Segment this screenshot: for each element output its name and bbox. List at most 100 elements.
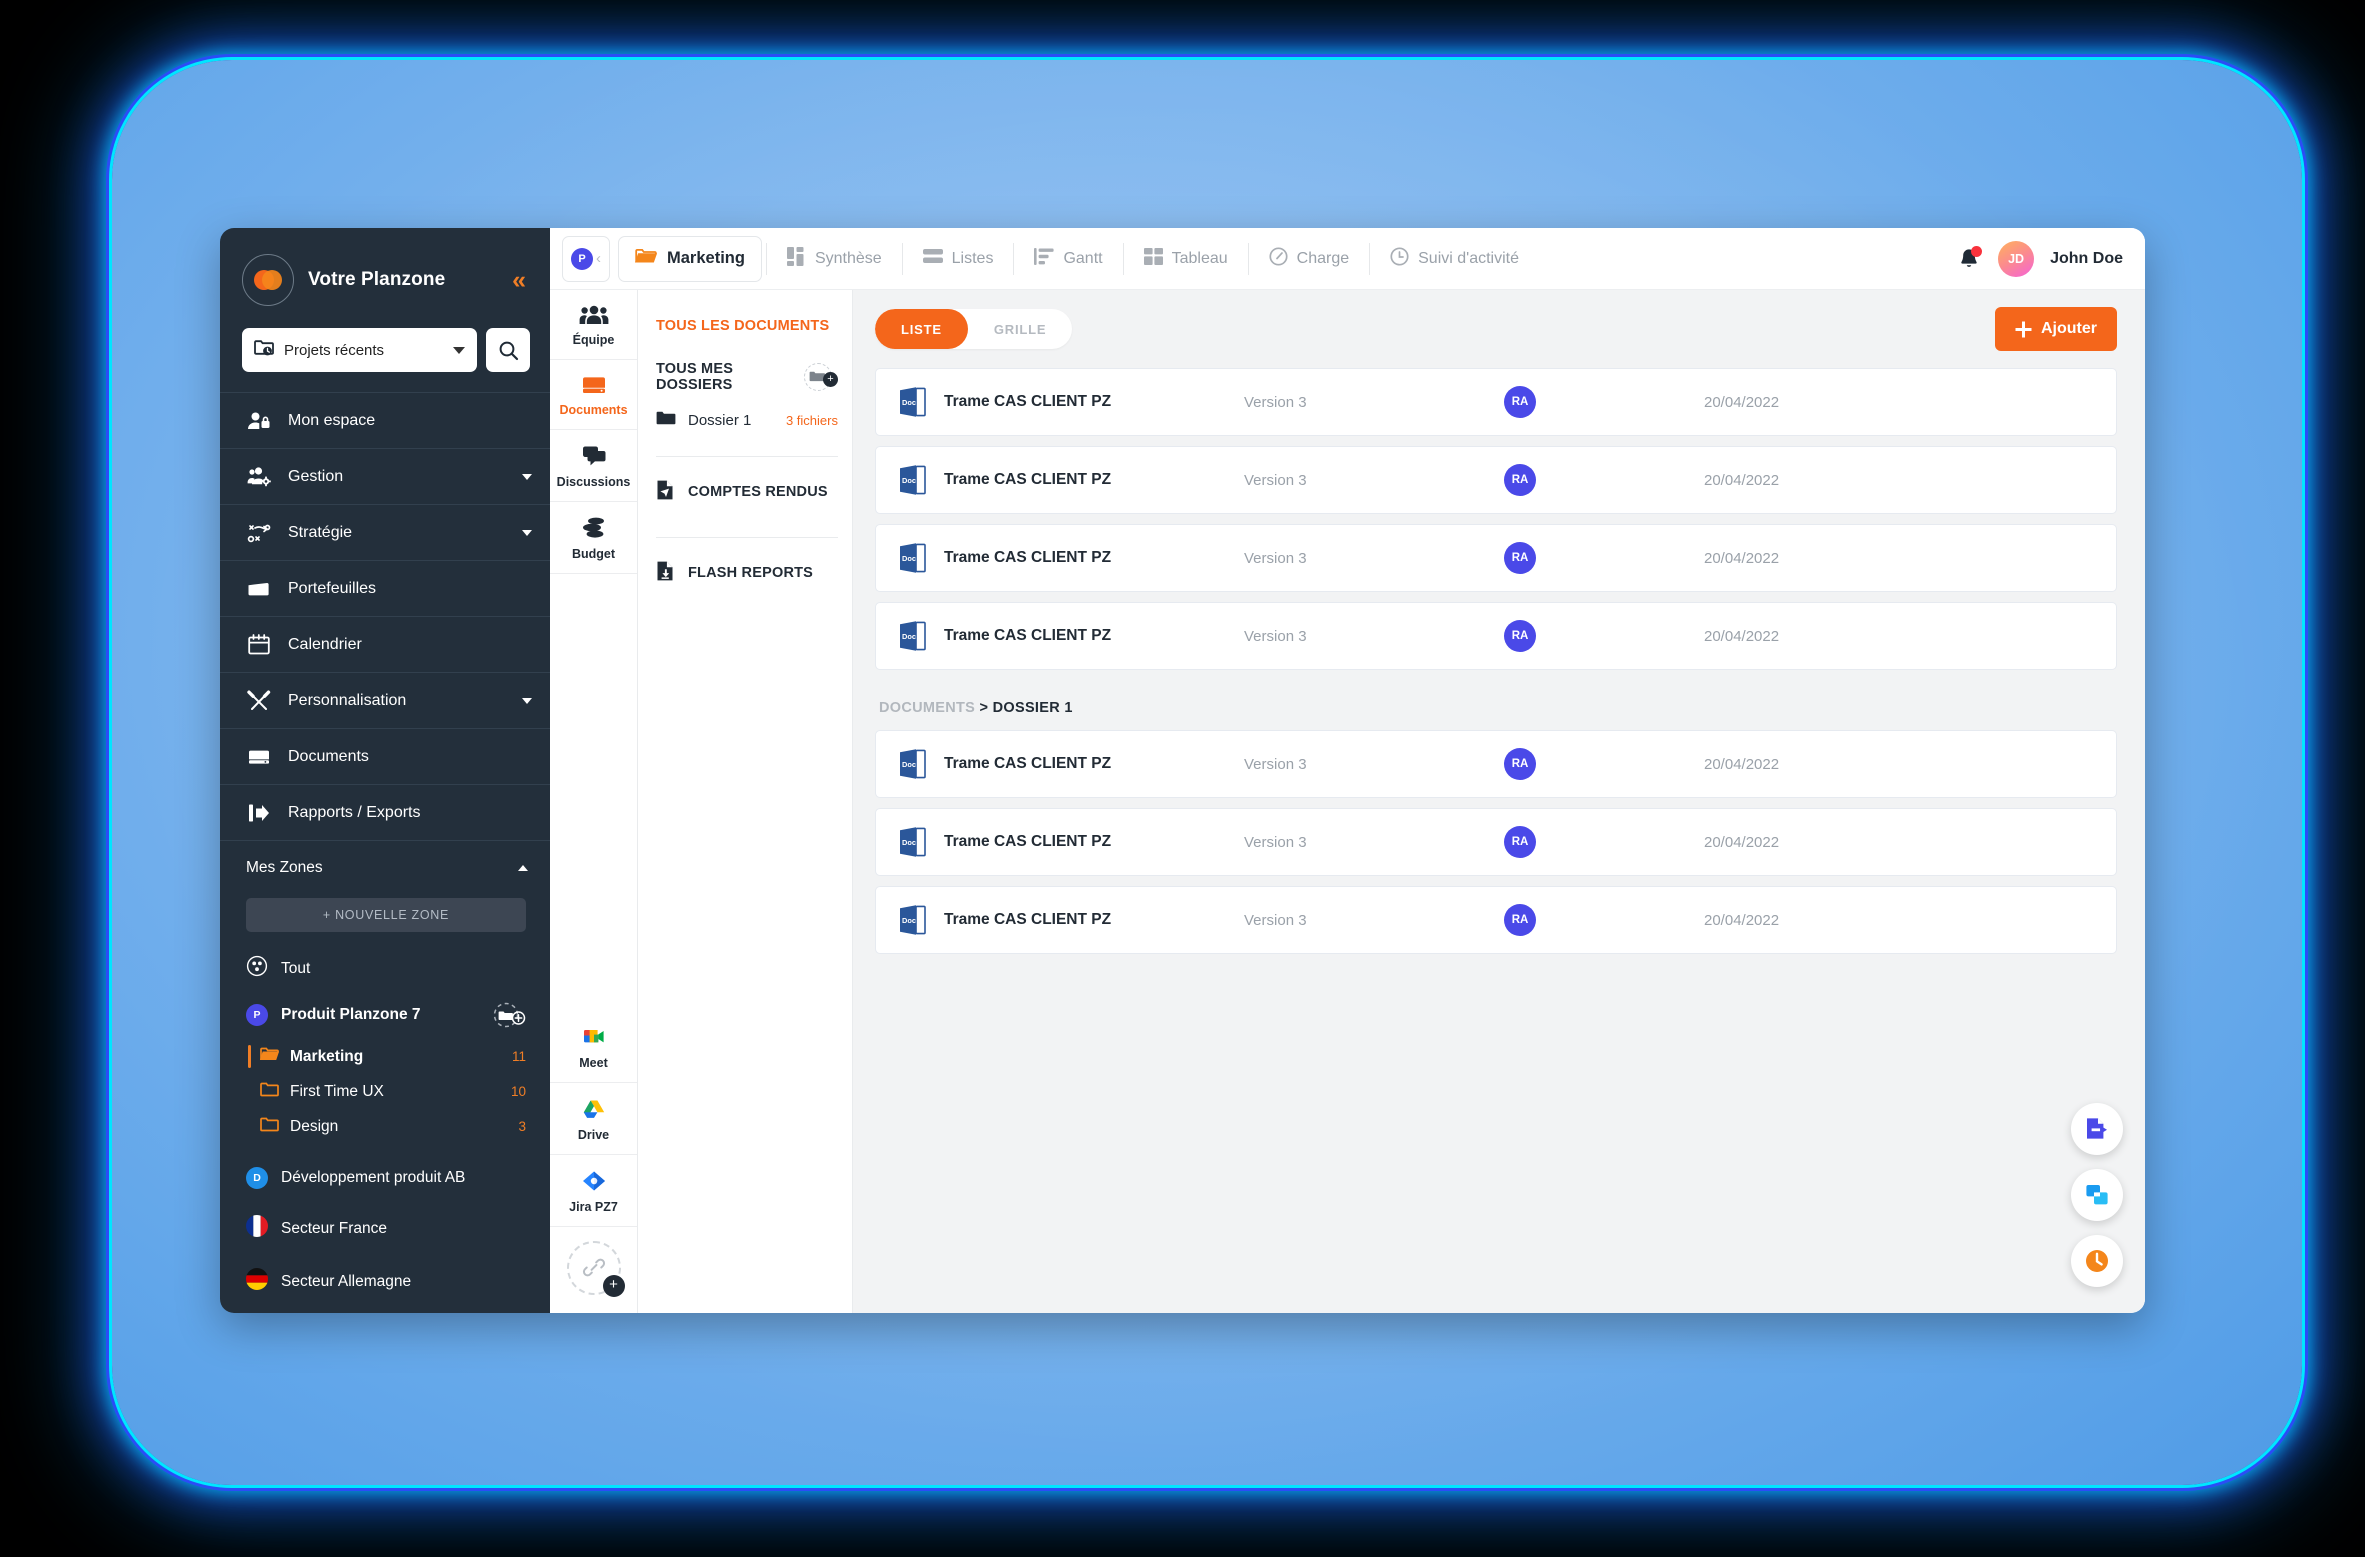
tree-link-label: FLASH REPORTS xyxy=(688,565,814,581)
main-sidebar: Votre Planzone « Projets récents Mon esp… xyxy=(220,228,550,1313)
report-send-icon xyxy=(656,479,676,505)
tools-icon xyxy=(246,690,272,712)
sidebar-item-gestion[interactable]: Gestion xyxy=(220,448,550,504)
new-zone-button[interactable]: + NOUVELLE ZONE xyxy=(246,898,526,932)
document-date: 20/04/2022 xyxy=(1704,627,1780,645)
coins-icon xyxy=(582,517,604,538)
tab-tableau[interactable]: Tableau xyxy=(1122,242,1248,275)
rail-item-discussions[interactable]: Discussions xyxy=(550,430,637,502)
add-integration-button[interactable]: + xyxy=(566,1241,625,1297)
rail-item-label: Budget xyxy=(571,547,616,561)
search-button[interactable] xyxy=(486,328,530,372)
zones-section-header[interactable]: Mes Zones xyxy=(220,840,550,894)
svg-text:Doc: Doc xyxy=(902,398,916,407)
add-button[interactable]: Ajouter xyxy=(1995,307,2117,351)
rail-item-budget[interactable]: Budget xyxy=(550,502,637,574)
zone-item-secteur-allemagne[interactable]: Secteur Allemagne xyxy=(220,1259,550,1304)
zone-item-produit-planzone-7[interactable]: P Produit Planzone 7 xyxy=(220,991,550,1039)
author-avatar: RA xyxy=(1504,748,1536,780)
table-row[interactable]: Doc Trame CAS CLIENT PZ Version 3 RA 20/… xyxy=(875,886,2117,954)
notifications-button[interactable] xyxy=(1956,245,1983,273)
sidebar-folder-design[interactable]: Design 3 xyxy=(220,1109,550,1144)
view-mode-grille[interactable]: GRILLE xyxy=(968,322,1072,337)
add-button-label: Ajouter xyxy=(2041,320,2097,337)
author-avatar: RA xyxy=(1504,904,1536,936)
tab-synthese[interactable]: Synthèse xyxy=(765,242,902,275)
table-row[interactable]: Doc Trame CAS CLIENT PZ Version 3 RA 20/… xyxy=(875,368,2117,436)
table-row[interactable]: Doc Trame CAS CLIENT PZ Version 3 RA 20/… xyxy=(875,808,2117,876)
zone-item-secteur-france[interactable]: Secteur France xyxy=(220,1206,550,1251)
rail-app-jira[interactable]: Jira PZ7 xyxy=(550,1155,637,1227)
tab-gantt[interactable]: Gantt xyxy=(1013,242,1122,275)
tab-listes[interactable]: Listes xyxy=(901,242,1014,275)
document-version: Version 3 xyxy=(1244,911,1307,929)
word-doc-icon: Doc xyxy=(898,903,944,937)
fab-clock-history[interactable] xyxy=(2071,1235,2123,1287)
document-author: RA xyxy=(1504,542,1704,574)
sidebar-item-personnalisation[interactable]: Personnalisation xyxy=(220,672,550,728)
table-row[interactable]: Doc Trame CAS CLIENT PZ Version 3 RA 20/… xyxy=(875,602,2117,670)
rail-item-label: Documents xyxy=(559,403,628,417)
view-mode-toggle[interactable]: LISTE GRILLE xyxy=(875,309,1073,349)
svg-text:Doc: Doc xyxy=(902,760,916,769)
documents-content: LISTE GRILLE Ajouter Doc Trame CAS CLIEN… xyxy=(853,290,2145,1313)
sidebar-item-documents[interactable]: Documents xyxy=(220,728,550,784)
tree-folder-dossier-1[interactable]: Dossier 1 3 fichiers xyxy=(638,392,852,446)
zone-item-developpement-produit-ab[interactable]: D Développement produit AB xyxy=(220,1158,550,1198)
document-list: Doc Trame CAS CLIENT PZ Version 3 RA 20/… xyxy=(853,368,2145,1313)
tab-suivi-activite[interactable]: Suivi d'activité xyxy=(1369,242,1539,275)
sidebar-item-rapports-exports[interactable]: Rapports / Exports xyxy=(220,784,550,840)
rail-app-meet[interactable]: Meet xyxy=(550,1011,637,1083)
chevron-down-icon xyxy=(522,529,532,536)
document-author: RA xyxy=(1504,904,1704,936)
duplicate-icon xyxy=(2086,1185,2108,1205)
sidebar-item-portefeuilles[interactable]: Portefeuilles xyxy=(220,560,550,616)
table-row[interactable]: Doc Trame CAS CLIENT PZ Version 3 RA 20/… xyxy=(875,730,2117,798)
tree-link-comptes-rendus[interactable]: COMPTES RENDUS xyxy=(638,457,852,527)
double-chevron-left-icon[interactable]: « xyxy=(512,267,530,293)
fab-duplicate[interactable] xyxy=(2071,1169,2123,1221)
table-row[interactable]: Doc Trame CAS CLIENT PZ Version 3 RA 20/… xyxy=(875,446,2117,514)
zone-item-tout[interactable]: Tout xyxy=(220,946,550,991)
sidebar-item-mon-espace[interactable]: Mon espace xyxy=(220,392,550,448)
document-author: RA xyxy=(1504,748,1704,780)
sidebar-item-label: Documents xyxy=(288,747,369,765)
flag-germany-icon xyxy=(246,1268,268,1295)
tab-marketing[interactable]: Marketing xyxy=(618,235,762,282)
author-avatar: RA xyxy=(1504,542,1536,574)
rail-item-equipe[interactable]: Équipe xyxy=(550,290,637,360)
sidebar-folder-marketing[interactable]: Marketing 11 xyxy=(220,1039,550,1074)
clock-icon xyxy=(1390,246,1409,271)
module-rail: Équipe Documents Discussions Budget Meet… xyxy=(550,290,638,1313)
add-folder-to-zone-button[interactable] xyxy=(490,1000,528,1030)
sidebar-folder-first-time-ux[interactable]: First Time UX 10 xyxy=(220,1074,550,1109)
clock-history-icon xyxy=(2086,1250,2108,1272)
word-doc-icon: Doc xyxy=(898,385,944,419)
svg-text:Doc: Doc xyxy=(902,838,916,847)
chevron-up-icon xyxy=(518,864,528,871)
tab-charge[interactable]: Charge xyxy=(1247,242,1369,275)
project-chip-button[interactable]: P ‹ xyxy=(562,235,610,282)
folder-count: 11 xyxy=(511,1049,526,1064)
brand-title: Votre Planzone xyxy=(308,269,446,290)
rail-item-documents[interactable]: Documents xyxy=(550,360,637,430)
project-select[interactable]: Projets récents xyxy=(242,328,477,372)
team-icon xyxy=(579,305,608,324)
zone-label: Secteur Allemagne xyxy=(281,1272,412,1290)
tree-link-flash-reports[interactable]: FLASH REPORTS xyxy=(638,538,852,608)
board-icon xyxy=(1143,247,1163,270)
svg-text:Doc: Doc xyxy=(902,916,916,925)
fab-document-export[interactable] xyxy=(2071,1103,2123,1155)
sidebar-item-strategie[interactable]: Stratégie xyxy=(220,504,550,560)
avatar[interactable]: JD xyxy=(1998,240,2035,277)
view-mode-liste[interactable]: LISTE xyxy=(875,309,968,349)
breadcrumb-parent[interactable]: DOCUMENTS xyxy=(879,700,975,716)
planzone-logo-icon xyxy=(242,254,294,306)
tree-all-documents[interactable]: TOUS LES DOCUMENTS xyxy=(638,318,852,362)
document-date: 20/04/2022 xyxy=(1704,755,1780,773)
user-name[interactable]: John Doe xyxy=(2050,250,2123,268)
sidebar-item-calendrier[interactable]: Calendrier xyxy=(220,616,550,672)
add-folder-button[interactable]: + xyxy=(804,362,838,392)
table-row[interactable]: Doc Trame CAS CLIENT PZ Version 3 RA 20/… xyxy=(875,524,2117,592)
rail-app-drive[interactable]: Drive xyxy=(550,1083,637,1155)
